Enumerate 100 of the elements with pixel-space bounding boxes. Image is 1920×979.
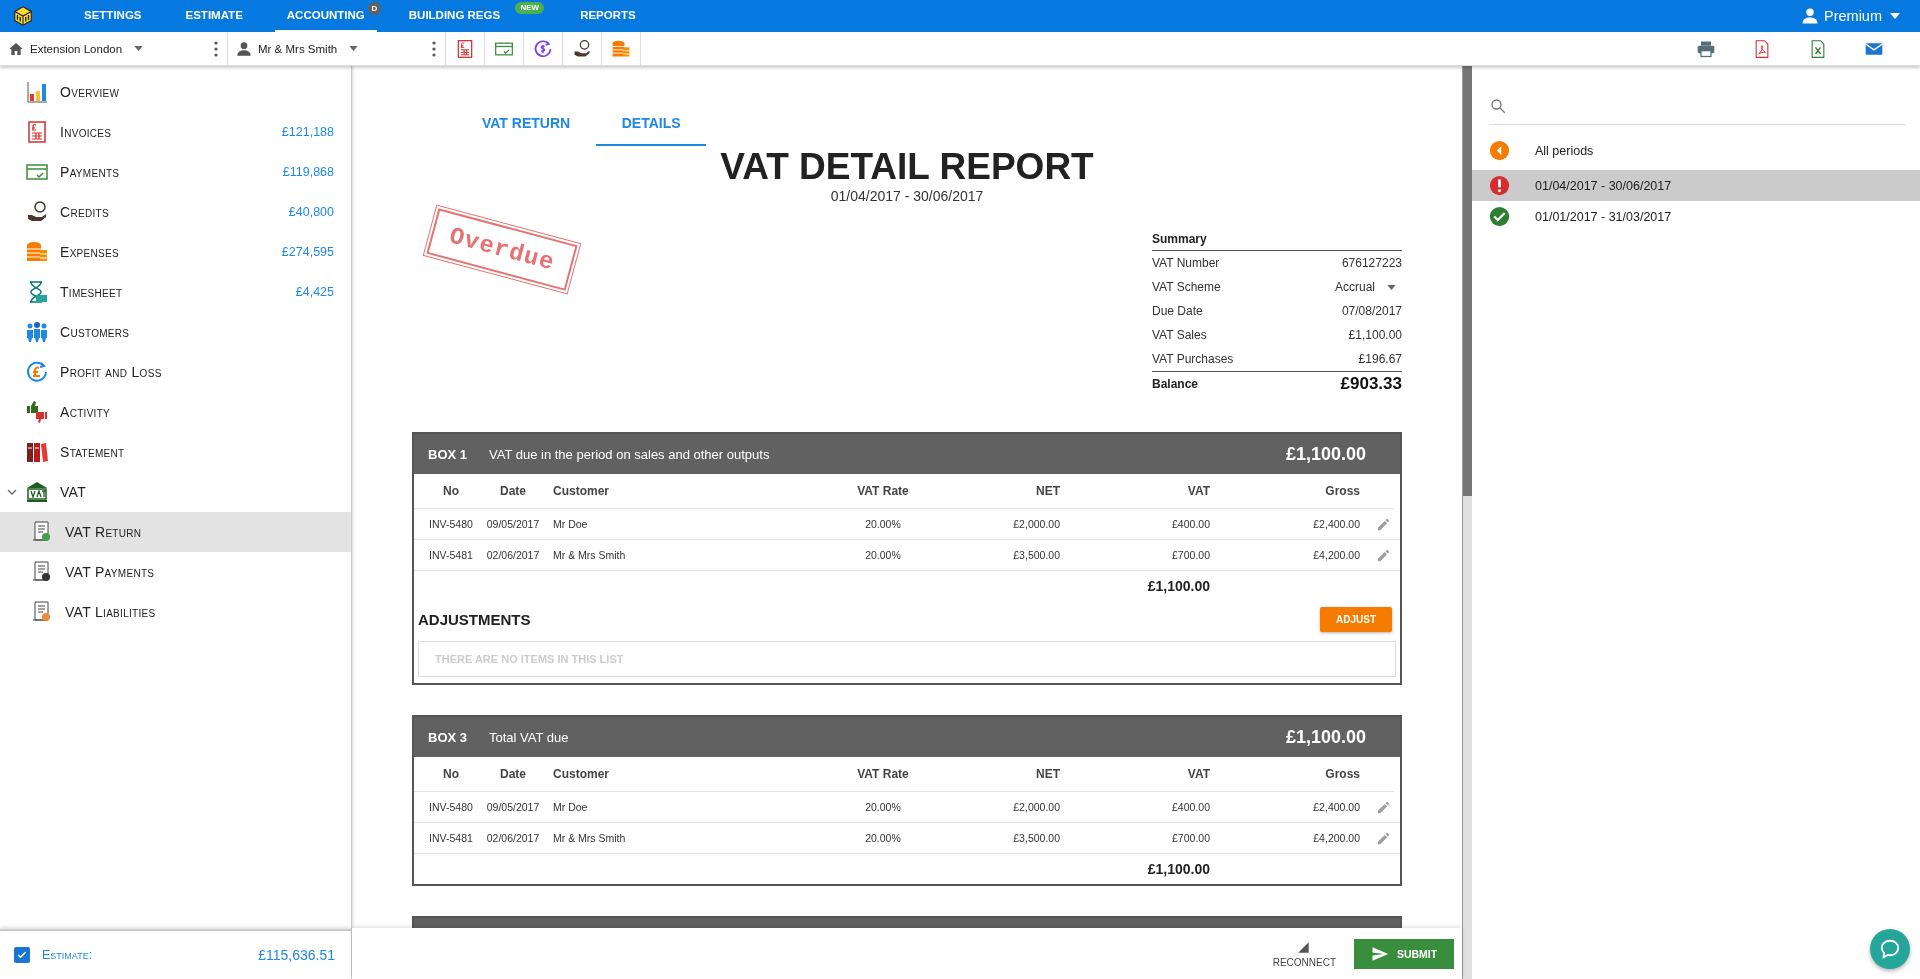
box-amount: £1,100.00 bbox=[1285, 443, 1366, 465]
person-icon bbox=[1801, 7, 1819, 25]
table-cell-text: Mr & Mrs Smith bbox=[552, 832, 627, 844]
scheme-select[interactable]: Accrual bbox=[1335, 280, 1402, 294]
column-header: No bbox=[442, 484, 460, 498]
table-cell-text: Mr Doe bbox=[552, 801, 589, 813]
more-icon[interactable] bbox=[214, 40, 218, 57]
sidebar-item[interactable]: Timesheet £4,425 bbox=[0, 272, 351, 312]
period-item[interactable]: 01/01/2017 - 31/03/2017 bbox=[1472, 201, 1920, 232]
table-cell-text: £400.00 bbox=[1171, 518, 1211, 530]
more-icon[interactable] bbox=[432, 40, 436, 57]
edit-icon[interactable] bbox=[1376, 516, 1391, 532]
table-cell-text: 20.00% bbox=[864, 518, 902, 530]
hand-coin-icon bbox=[25, 200, 49, 224]
thumbs-icon bbox=[25, 400, 49, 424]
column-header: VAT bbox=[1186, 484, 1211, 498]
sidebar-item[interactable]: Credits £40,800 bbox=[0, 192, 351, 232]
pound-cycle-icon bbox=[25, 360, 49, 384]
scrollbar[interactable] bbox=[1462, 66, 1472, 979]
summary-value: 07/08/2017 bbox=[1341, 304, 1402, 318]
chevron-icon[interactable] bbox=[7, 489, 17, 495]
report-tab[interactable]: DETAILS bbox=[596, 102, 707, 146]
nav-tab[interactable]: REPORTS bbox=[568, 0, 648, 32]
column-header: VAT Rate bbox=[856, 767, 910, 781]
box-code: BOX 1 bbox=[428, 446, 468, 462]
hand-coin-icon bbox=[572, 38, 592, 59]
nav-tab[interactable]: BUILDING REGS bbox=[396, 0, 513, 32]
column-header: Gross bbox=[1324, 767, 1361, 781]
chat-button[interactable] bbox=[1870, 929, 1910, 969]
table-cell-text: Mr Doe bbox=[552, 518, 589, 530]
sidebar-item[interactable]: VAT Payments bbox=[0, 552, 351, 592]
table-cell-text: 20.00% bbox=[864, 801, 902, 813]
table-cell-text: £2,000.00 bbox=[1012, 518, 1061, 530]
cube-logo-icon[interactable] bbox=[12, 5, 34, 27]
report-title: VAT DETAIL REPORT bbox=[719, 146, 1095, 188]
reconnect-button[interactable]: RECONNECT bbox=[1272, 939, 1336, 968]
coins-icon bbox=[25, 240, 49, 264]
caret-icon bbox=[349, 46, 359, 51]
sidebar-item[interactable]: Activity bbox=[0, 392, 351, 432]
check-icon bbox=[16, 949, 28, 961]
sidebar-item[interactable]: Profit and Loss bbox=[0, 352, 351, 392]
table-cell-text: £400.00 bbox=[1171, 801, 1211, 813]
adjustments-title: ADJUSTMENTS bbox=[418, 610, 531, 628]
table-cell-text: INV-5481 bbox=[428, 832, 474, 844]
caret-icon bbox=[1387, 284, 1396, 290]
sidebar-item[interactable]: Expenses £274,595 bbox=[0, 232, 351, 272]
period-item[interactable]: 01/04/2017 - 30/06/2017 bbox=[1472, 170, 1920, 201]
sidebar-item[interactable]: Customers bbox=[0, 312, 351, 352]
table-cell-text: 02/06/2017 bbox=[485, 832, 541, 844]
edit-icon[interactable] bbox=[1376, 547, 1391, 563]
table-cell-text: 20.00% bbox=[864, 549, 902, 561]
table-cell-text: £700.00 bbox=[1171, 549, 1211, 561]
table-cell-text: 09/05/2017 bbox=[485, 801, 541, 813]
edit-icon[interactable] bbox=[1376, 799, 1391, 815]
sidebar-item[interactable]: Statement bbox=[0, 432, 351, 472]
coins-icon bbox=[611, 38, 631, 59]
box-code: BOX 3 bbox=[428, 729, 468, 745]
bar-chart-icon bbox=[25, 80, 49, 104]
invoice-icon bbox=[455, 38, 475, 59]
box-title: Total VAT due bbox=[489, 729, 569, 745]
sidebar-item[interactable]: VAT Return bbox=[0, 512, 351, 552]
chat-bubble-icon bbox=[1879, 938, 1901, 960]
estimate-checkbox[interactable] bbox=[14, 947, 30, 963]
summary-label: VAT Number bbox=[1152, 256, 1220, 270]
project-select[interactable]: Extension London bbox=[0, 32, 210, 65]
home-icon bbox=[8, 40, 24, 57]
client-select[interactable]: Mr & Mrs Smith bbox=[228, 32, 428, 65]
binders-icon bbox=[25, 440, 49, 464]
summary-label: VAT Purchases bbox=[1152, 352, 1234, 366]
report-tab[interactable]: VAT RETURN bbox=[462, 102, 591, 146]
dollar-cycle-icon bbox=[533, 38, 553, 59]
summary-label: VAT Scheme bbox=[1152, 280, 1221, 294]
sidebar-item[interactable]: VAT bbox=[0, 472, 351, 512]
estimate-total: £115,636.51 bbox=[258, 947, 335, 963]
sidebar-item[interactable]: Invoices £121,188 bbox=[0, 112, 351, 152]
invoice-icon bbox=[25, 120, 49, 144]
check-icon bbox=[1489, 206, 1510, 227]
summary-value: £196.67 bbox=[1358, 352, 1402, 366]
report-period: 01/04/2017 - 30/06/2017 bbox=[829, 188, 985, 204]
sidebar-item[interactable]: VAT Liabilities bbox=[0, 592, 351, 632]
person-icon bbox=[236, 40, 252, 57]
edit-icon[interactable] bbox=[1376, 830, 1391, 846]
table-cell-text: 09/05/2017 bbox=[485, 518, 541, 530]
summary-value: 676127223 bbox=[1341, 256, 1402, 270]
box-total: £1,100.00 bbox=[1147, 861, 1211, 877]
column-header: VAT Rate bbox=[856, 484, 910, 498]
summary-title: Summary bbox=[1152, 228, 1402, 251]
nav-tab[interactable]: SETTINGS bbox=[72, 0, 154, 32]
nav-tab[interactable]: ESTIMATE bbox=[173, 0, 255, 32]
user-menu-button[interactable]: Premium bbox=[1801, 7, 1900, 25]
column-header: NET bbox=[1035, 767, 1061, 781]
period-item[interactable]: All periods bbox=[1472, 135, 1920, 166]
column-header: NET bbox=[1035, 484, 1061, 498]
box-title: VAT due in the period on sales and other outputs bbox=[489, 446, 770, 462]
table-cell-text: £700.00 bbox=[1171, 832, 1211, 844]
table-cell-text: £4,200.00 bbox=[1312, 832, 1361, 844]
submit-button[interactable]: SUBMIT bbox=[1354, 938, 1454, 969]
sidebar-item[interactable]: Overview bbox=[0, 72, 351, 112]
sidebar-item[interactable]: Payments £119,868 bbox=[0, 152, 351, 192]
box-total: £1,100.00 bbox=[1147, 578, 1211, 594]
